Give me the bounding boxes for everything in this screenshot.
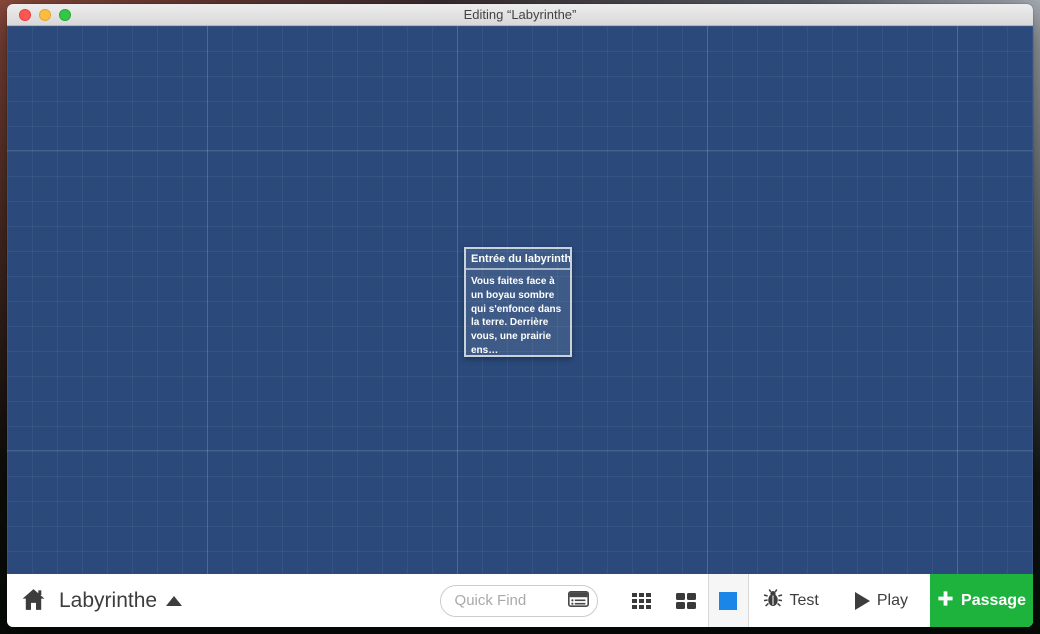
- play-triangle-icon: [855, 592, 870, 610]
- quick-find: [440, 585, 598, 617]
- blue-square-icon: [719, 592, 737, 610]
- story-menu-button[interactable]: Labyrinthe: [59, 589, 182, 613]
- home-icon: [21, 588, 46, 614]
- bug-icon: [763, 588, 783, 613]
- bottom-toolbar: Labyrinthe: [7, 574, 1033, 627]
- play-button[interactable]: Play: [843, 574, 920, 627]
- story-title: Labyrinthe: [59, 589, 157, 613]
- plus-icon: [937, 590, 954, 612]
- grid-2x2-icon: [676, 593, 696, 609]
- highlight-toggle-button[interactable]: [568, 591, 590, 611]
- twine-window: Editing “Labyrinthe” Entrée du labyrinth…: [7, 4, 1033, 627]
- play-label: Play: [877, 592, 908, 610]
- passage-card[interactable]: Entrée du labyrinthe Vous faites face à …: [464, 247, 572, 357]
- test-label: Test: [790, 592, 819, 610]
- home-button[interactable]: [21, 588, 46, 614]
- window-title: Editing “Labyrinthe”: [464, 7, 577, 22]
- new-passage-label: Passage: [961, 592, 1026, 610]
- close-button[interactable]: [19, 9, 31, 21]
- test-button[interactable]: Test: [751, 574, 831, 627]
- grid-3x3-icon: [632, 593, 651, 609]
- zoom-smallest-button[interactable]: [620, 574, 664, 627]
- zoom-medium-button-selected[interactable]: [708, 574, 749, 627]
- caret-up-icon: [166, 596, 182, 606]
- new-passage-button[interactable]: Passage: [930, 574, 1033, 627]
- story-map-canvas[interactable]: Entrée du labyrinthe Vous faites face à …: [7, 26, 1033, 574]
- fullscreen-button[interactable]: [59, 9, 71, 21]
- list-card-icon: [568, 591, 589, 610]
- traffic-lights: [19, 4, 71, 25]
- zoom-small-button[interactable]: [664, 574, 708, 627]
- minimize-button[interactable]: [39, 9, 51, 21]
- titlebar[interactable]: Editing “Labyrinthe”: [7, 4, 1033, 26]
- passage-title: Entrée du labyrinthe: [466, 249, 570, 270]
- passage-excerpt: Vous faites face à un boyau sombre qui s…: [466, 270, 570, 363]
